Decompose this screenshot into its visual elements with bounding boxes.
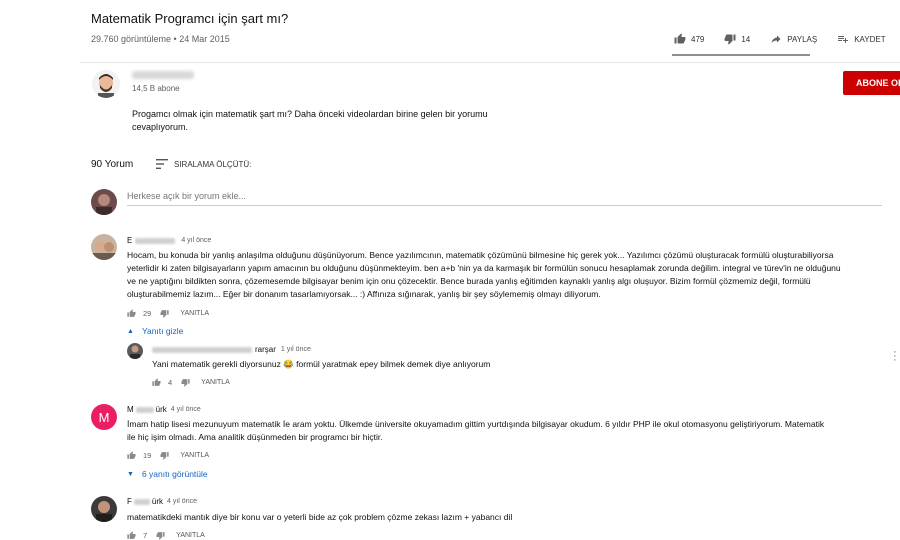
thumbs-down-icon[interactable] (181, 378, 190, 387)
thumbs-up-icon[interactable] (152, 378, 161, 387)
reply-button[interactable]: YANITLA (180, 452, 209, 459)
user-avatar (91, 189, 117, 215)
view-replies-toggle[interactable]: ▼ 6 yanıtı görüntüle (127, 469, 208, 479)
comment-header: rarşar 1 yıl önce (152, 345, 311, 354)
comment-time[interactable]: 1 yıl önce (281, 346, 311, 353)
like-count: 29 (143, 309, 152, 318)
thumbs-up-icon[interactable] (127, 309, 136, 318)
thumbs-up-icon[interactable] (127, 451, 136, 460)
sort-icon (156, 159, 168, 169)
sentiment-bar (672, 54, 810, 56)
commenter-name[interactable]: rarşar (255, 345, 276, 354)
commenter-name[interactable]: M (127, 405, 134, 414)
comment-text-before: Yani matematik gerekli diyorsunuz (152, 359, 281, 369)
thumbs-down-icon[interactable] (156, 531, 165, 540)
commenter-name-suffix[interactable]: ürk (156, 405, 167, 414)
video-title: Matematik Programcı için şart mı? (91, 11, 289, 26)
comment-line: oluşturabilmemiz lazım... Eğer bir donan… (127, 289, 601, 299)
comment-text: İmam hatip lisesi mezunuyum matematik İe… (127, 418, 887, 444)
comment-line: ve ne yaptığını bildikten sonra, çözemes… (127, 276, 811, 286)
description-line: cevaplıyorum. (132, 122, 189, 132)
description-line: Progamcı olmak için matematik şart mı? D… (132, 109, 488, 119)
like-count: 479 (691, 34, 705, 44)
reply-button[interactable]: YANITLA (180, 310, 209, 317)
comment-toolbar: 19 YANITLA (127, 451, 209, 460)
sort-button[interactable]: SIRALAMA ÖLÇÜTÜ: (156, 159, 251, 169)
sort-label: SIRALAMA ÖLÇÜTÜ: (174, 159, 252, 169)
comment-time[interactable]: 4 yıl önce (171, 406, 201, 413)
like-button[interactable]: 479 (674, 33, 704, 45)
share-button[interactable]: PAYLAŞ (770, 33, 817, 45)
chevron-down-icon: ▼ (127, 470, 134, 478)
commenter-name[interactable]: E (127, 236, 132, 245)
like-count: 4 (168, 378, 173, 387)
replies-toggle-label: Yanıtı gizle (141, 326, 184, 336)
like-count: 19 (143, 451, 152, 460)
share-label: PAYLAŞ (787, 34, 818, 44)
commenter-avatar[interactable] (91, 234, 117, 260)
commenter-avatar[interactable] (127, 343, 143, 359)
comment-line: ile hiç işim olmadı. Ama analitik düşünm… (127, 432, 383, 442)
save-label: KAYDET (854, 34, 886, 44)
thumbs-down-icon (724, 34, 736, 45)
comment-text: Yani matematik gerekli diyorsunuz 😂 form… (152, 358, 752, 371)
commenter-name-suffix[interactable]: ürk (152, 497, 163, 506)
channel-name[interactable] (132, 71, 194, 79)
video-meta: 29.760 görüntüleme • 24 Mar 2015 (91, 34, 230, 44)
commenter-name[interactable]: F (127, 497, 132, 506)
comment-count: 90 Yorum (91, 159, 134, 170)
comment-text-after: formül yaratmak epey bilmek demek diye a… (296, 359, 491, 369)
dislike-button[interactable]: 14 (724, 33, 750, 45)
redacted-name (135, 406, 154, 413)
redacted-name (133, 498, 150, 505)
comment-toolbar: 4 YANITLA (152, 378, 230, 387)
thumbs-down-icon[interactable] (160, 451, 169, 460)
dislike-count: 14 (741, 34, 751, 44)
save-button[interactable]: KAYDET (837, 33, 886, 45)
laughing-emoji-icon: 😂 (283, 359, 294, 369)
avatar-letter: M (98, 409, 110, 425)
like-count: 7 (143, 531, 148, 540)
comment-text: Hocam, bu konuda bir yanlış anlaşılma ol… (127, 249, 887, 301)
hide-replies-toggle[interactable]: ▲ Yanıtı gizle (127, 326, 183, 336)
replies-toggle-label: 6 yanıtı görüntüle (141, 469, 208, 479)
thumbs-up-icon[interactable] (127, 531, 136, 540)
channel-avatar[interactable] (92, 70, 120, 98)
commenter-avatar[interactable]: M (91, 404, 117, 430)
comment-header: E 4 yıl önce (127, 236, 211, 245)
subscribe-button[interactable]: ABONE OL (843, 71, 900, 95)
add-comment-input[interactable] (127, 186, 882, 206)
subscriber-count: 14,5 B abone (132, 84, 180, 93)
divider (80, 62, 900, 63)
comment-line: Hocam, bu konuda bir yanlış anlaşılma ol… (127, 250, 834, 260)
thumbs-down-icon[interactable] (160, 309, 169, 318)
more-options-icon[interactable]: · · · (893, 347, 897, 366)
comment-toolbar: 7 YANITLA (127, 531, 205, 540)
chevron-up-icon: ▲ (127, 327, 134, 335)
thumbs-up-icon (674, 33, 686, 44)
comment-line: yeterlidir ki zaten bilgisayarların yapı… (127, 263, 841, 273)
video-description: Progamcı olmak için matematik şart mı? D… (132, 108, 512, 134)
video-actions: 479 14 PAYLAŞ KAYDET (674, 33, 900, 45)
playlist-add-icon (838, 36, 849, 43)
comment-toolbar: 29 YANITLA (127, 309, 209, 318)
commenter-avatar[interactable] (91, 496, 117, 522)
comment-header: F ürk 4 yıl önce (127, 497, 197, 506)
reply-button[interactable]: YANITLA (176, 532, 205, 539)
comment-text: matematikdeki mantık diye bir konu var o… (127, 512, 513, 522)
redacted-name (135, 237, 176, 244)
share-arrow-icon (771, 35, 781, 43)
comment-time[interactable]: 4 yıl önce (167, 498, 197, 505)
reply-button[interactable]: YANITLA (201, 379, 230, 386)
comment-time[interactable]: 4 yıl önce (181, 237, 211, 244)
comment-header: M ürk 4 yıl önce (127, 405, 201, 414)
comment-line: İmam hatip lisesi mezunuyum matematik İe… (127, 419, 825, 429)
redacted-name (152, 346, 252, 353)
